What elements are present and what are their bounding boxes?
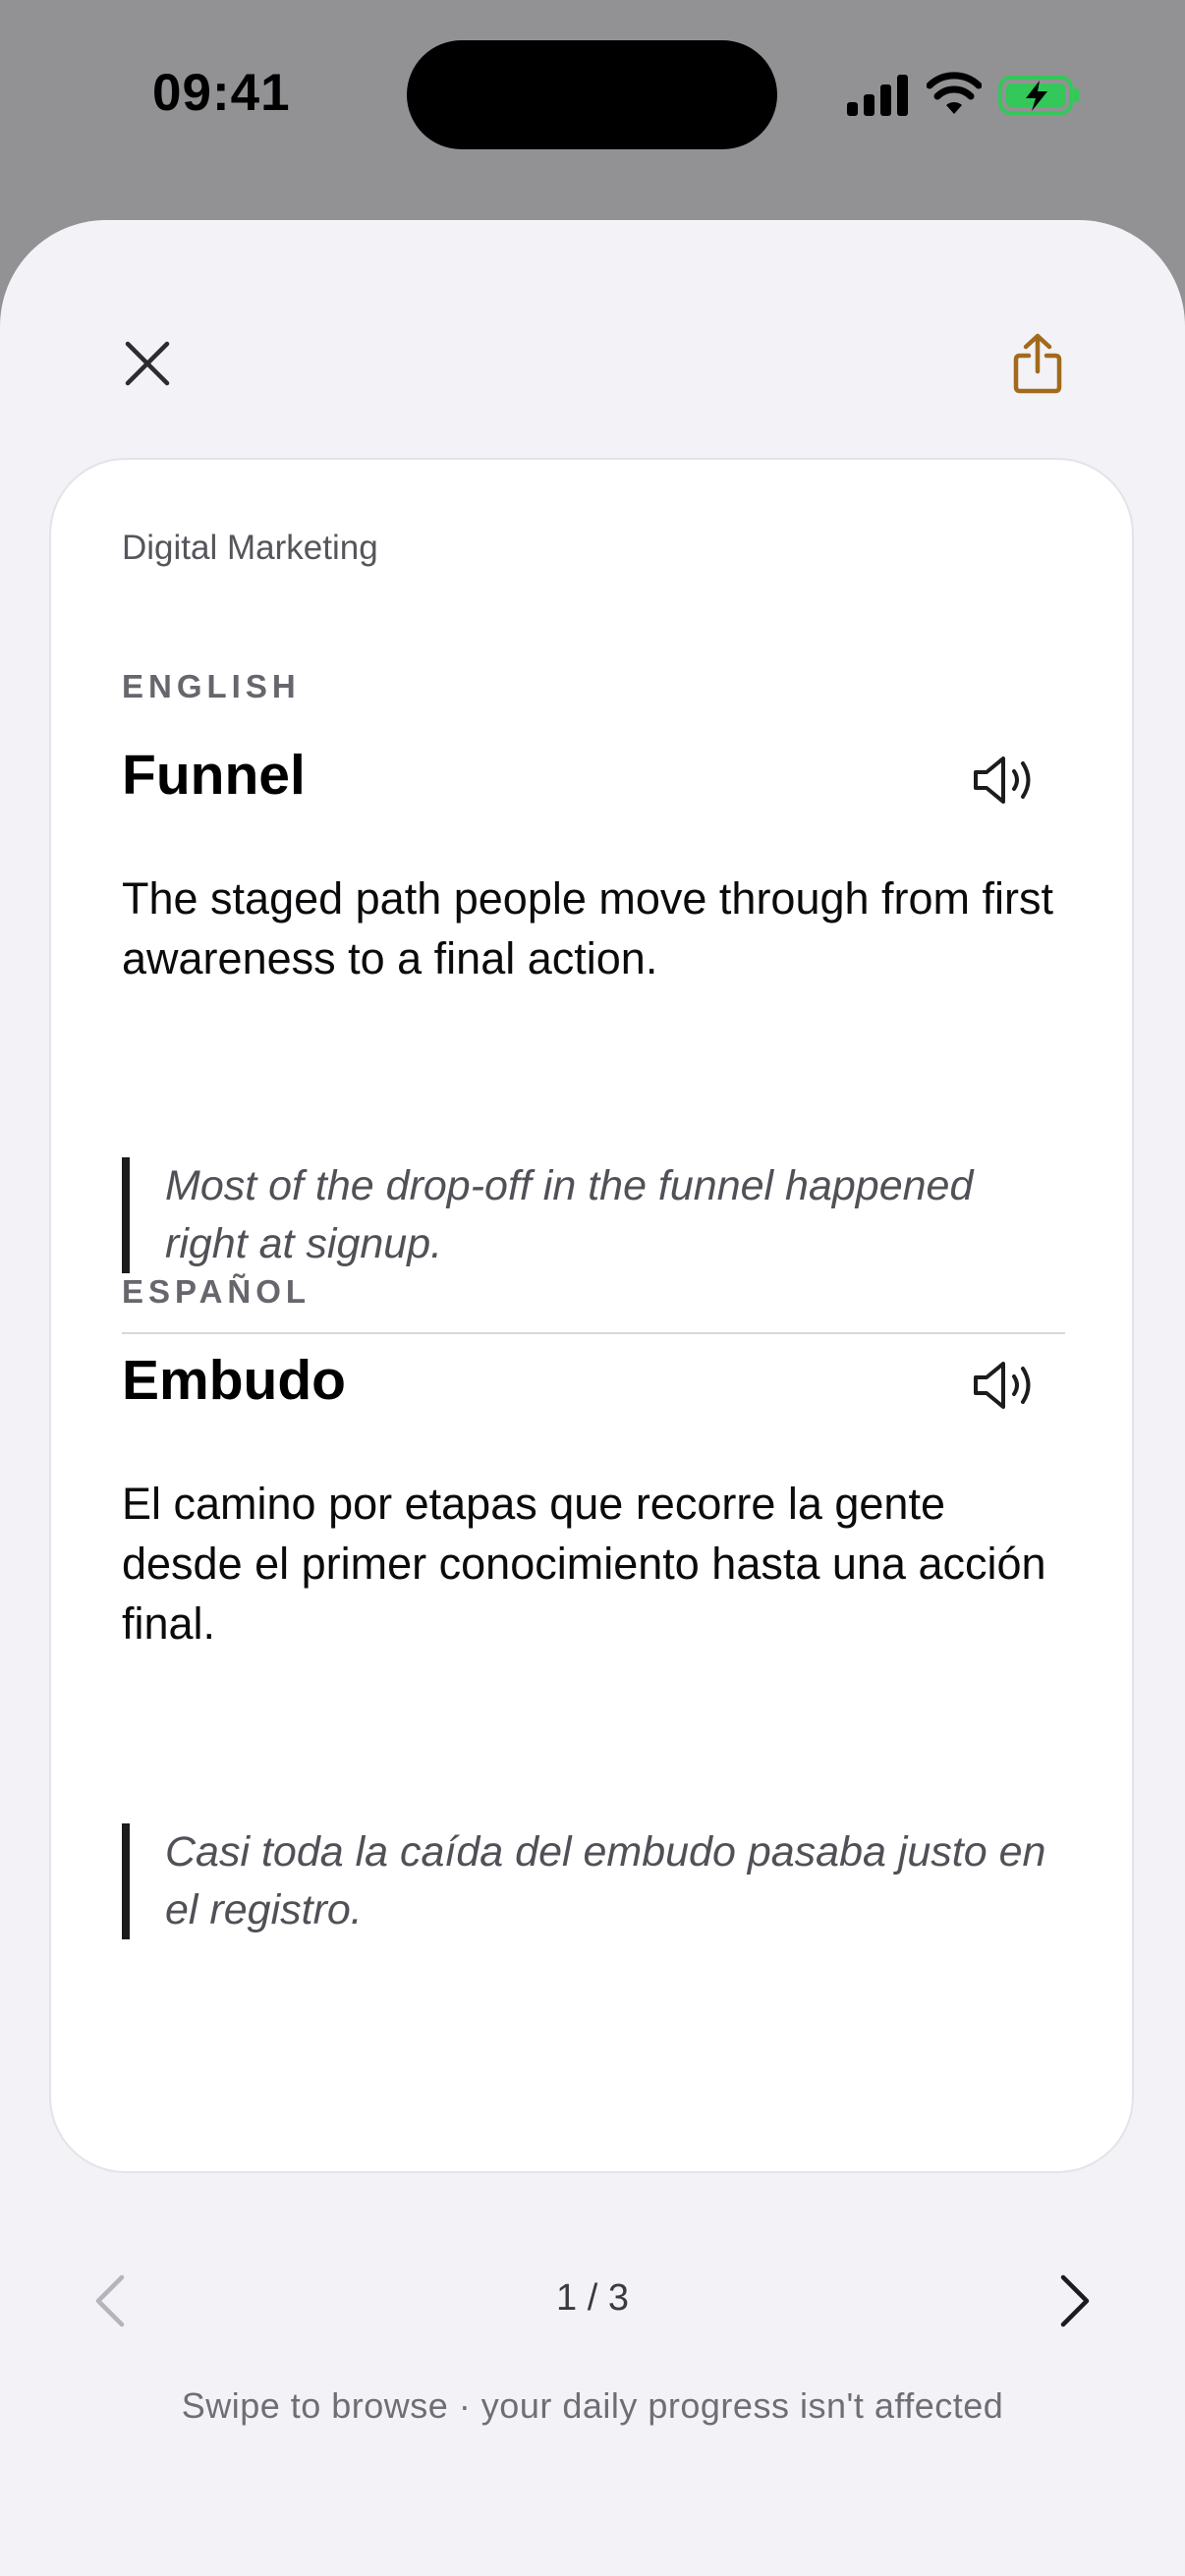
flashcard[interactable]: Digital Marketing ENGLISH Funnel The sta…: [49, 458, 1134, 2173]
english-speaker-button[interactable]: [965, 741, 1044, 819]
spanish-term: Embudo: [122, 1349, 346, 1412]
close-button[interactable]: [102, 318, 193, 409]
close-icon: [125, 341, 170, 386]
language-divider: [122, 1332, 1065, 1334]
status-time: 09:41: [152, 64, 291, 122]
spanish-definition: El camino por etapas que recorre la gent…: [122, 1479, 1046, 1649]
flashcard-sheet: Digital Marketing ENGLISH Funnel The sta…: [0, 220, 1185, 2576]
spanish-speaker-button[interactable]: [965, 1346, 1044, 1425]
share-icon: [1013, 333, 1062, 394]
english-language-label: ENGLISH: [122, 668, 301, 704]
dynamic-island: [407, 40, 777, 149]
category-label: Digital Marketing: [122, 529, 378, 567]
status-bar: 09:41: [0, 0, 1185, 196]
english-term: Funnel: [122, 744, 306, 807]
spanish-example: Casi toda la caída del embudo pasaba jus…: [122, 1823, 1065, 1939]
page-indicator: 1 / 3: [556, 2277, 629, 2319]
cellular-signal-icon: [847, 75, 908, 116]
share-button[interactable]: [992, 314, 1083, 413]
english-example: Most of the drop-off in the funnel happe…: [122, 1157, 1065, 1273]
swipe-hint: Swipe to browse · your daily progress is…: [181, 2385, 1004, 2426]
english-definition: The staged path people move through from…: [122, 873, 1054, 983]
next-card-button[interactable]: [1036, 2252, 1114, 2350]
battery-charging-icon: [998, 76, 1079, 115]
spanish-language-label: ESPAÑOL: [122, 1273, 311, 1310]
speaker-icon: [974, 756, 1031, 804]
speaker-icon: [974, 1362, 1031, 1409]
chevron-right-icon: [1060, 2274, 1090, 2327]
wifi-icon: [927, 72, 982, 114]
